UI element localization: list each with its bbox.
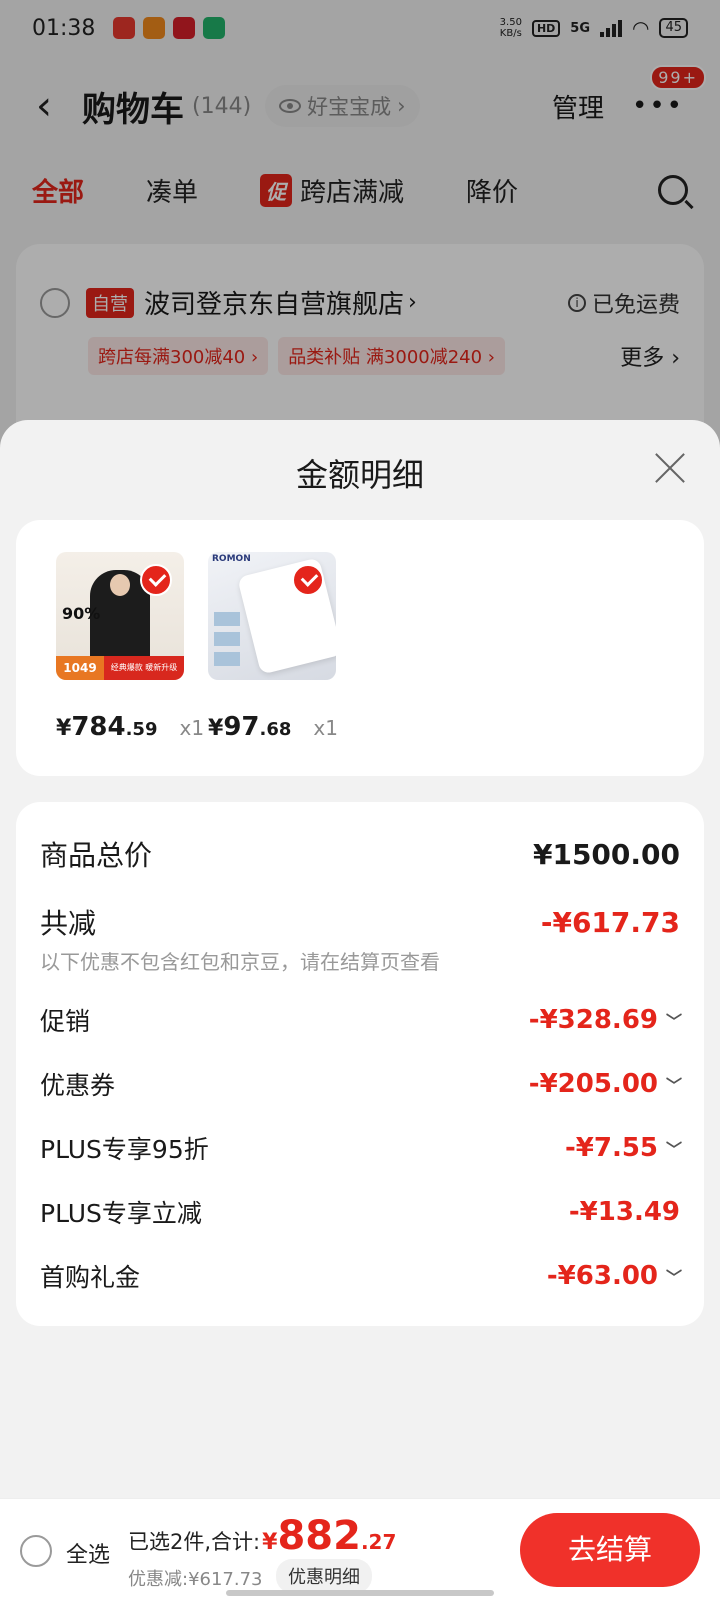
total-reduction-row: 共减 -¥617.73 (40, 902, 680, 942)
chevron-down-icon: ﹀ (666, 1076, 683, 1095)
product-item[interactable]: 90% 1049 经典爆款 暖新升级 ¥ 784 .59 x1 (56, 552, 204, 742)
row-value: -¥328.69 ﹀ (528, 1005, 683, 1035)
image-text: 90% (62, 604, 101, 623)
product-image: ROMON (208, 552, 336, 680)
price-currency: ¥ (208, 716, 224, 741)
row-value: -¥7.55 ﹀ (564, 1133, 683, 1163)
discount-detail-button[interactable]: 优惠明细 (276, 1559, 372, 1593)
coupon-row[interactable]: 优惠券 -¥205.00 ﹀ (40, 1066, 683, 1102)
price-integer: 97 (223, 712, 260, 742)
chevron-down-icon: ﹀ (666, 1268, 683, 1287)
row-label: 促销 (40, 1007, 91, 1036)
row-label: 首购礼金 (40, 1263, 141, 1292)
image-swatch (214, 612, 240, 626)
row-label: PLUS专享立减 (40, 1199, 202, 1228)
row-amount: -¥205.00 (528, 1069, 658, 1099)
plus-95-row[interactable]: PLUS专享95折 -¥7.55 ﹀ (40, 1130, 683, 1166)
row-amount: -¥7.55 (564, 1133, 658, 1163)
model-face (110, 574, 130, 596)
row-amount: -¥328.69 (528, 1005, 658, 1035)
select-all-radio[interactable] (20, 1535, 52, 1567)
home-indicator[interactable] (226, 1590, 494, 1596)
row-value: -¥13.49 (569, 1197, 680, 1227)
price-decimal: .68 (259, 719, 292, 740)
reduction-hint: 以下优惠不包含红包和京豆，请在结算页查看 (40, 950, 440, 974)
chevron-down-icon: ﹀ (666, 1012, 683, 1031)
price-currency: ¥ (56, 716, 72, 741)
product-item[interactable]: ROMON ¥ 97 .68 x1 (208, 552, 348, 742)
row-value: -¥617.73 (540, 905, 680, 939)
first-buy-row[interactable]: 首购礼金 -¥63.00 ﹀ (40, 1258, 683, 1294)
summary-label: 已选2件,合计: (128, 1530, 261, 1554)
row-value: -¥205.00 ﹀ (528, 1069, 683, 1099)
plus-direct-row: PLUS专享立减 -¥13.49 (40, 1194, 680, 1230)
row-label: 优惠券 (40, 1071, 116, 1100)
total-price-row: 商品总价 ¥1500.00 (40, 834, 680, 874)
product-price: ¥ 97 .68 x1 (208, 712, 348, 742)
row-label: 共减 (40, 907, 97, 940)
product-quantity: x1 (179, 716, 205, 740)
row-amount: -¥13.49 (568, 1197, 680, 1227)
close-icon[interactable] (652, 450, 688, 486)
product-quantity: x1 (313, 716, 338, 740)
check-icon (140, 564, 172, 596)
total-decimal: .27 (360, 1530, 397, 1554)
amount-detail-sheet: 金额明细 90% 1049 经典爆款 暖新升级 ¥ 784 .59 x1 ROM… (0, 420, 720, 1600)
total-currency: ¥ (262, 1530, 278, 1555)
selected-summary: 已选2件,合计: ¥ 882 .27 (128, 1513, 396, 1559)
image-brand: ROMON (212, 554, 251, 564)
sheet-title: 金额明细 (295, 456, 424, 494)
image-swatch (214, 632, 240, 646)
checkout-bar: 全选 已选2件,合计: ¥ 882 .27 优惠减:¥617.73 优惠明细 去… (0, 1498, 720, 1600)
price-integer: 784 (71, 712, 126, 742)
price-detail-card: 商品总价 ¥1500.00 共减 -¥617.73 以下优惠不包含红包和京豆，请… (16, 802, 704, 1326)
row-value: -¥63.00 ﹀ (546, 1261, 683, 1291)
row-label: PLUS专享95折 (40, 1135, 209, 1164)
total-integer: 882 (277, 1513, 361, 1559)
promotion-row[interactable]: 促销 -¥328.69 ﹀ (40, 1002, 683, 1038)
chevron-down-icon: ﹀ (666, 1140, 683, 1159)
row-value: ¥1500.00 (532, 837, 680, 871)
row-amount: -¥63.00 (546, 1261, 658, 1291)
checkout-button[interactable]: 去结算 (520, 1513, 700, 1587)
image-price-tag: 1049 (56, 656, 104, 680)
image-swatch (214, 652, 240, 666)
image-strip: 经典爆款 暖新升级 (104, 656, 184, 680)
row-label: 商品总价 (40, 839, 153, 872)
check-icon (292, 564, 324, 596)
product-image: 90% 1049 经典爆款 暖新升级 (56, 552, 184, 680)
product-price: ¥ 784 .59 x1 (56, 712, 204, 742)
price-decimal: .59 (125, 719, 158, 740)
discount-summary: 优惠减:¥617.73 (128, 1569, 263, 1590)
selected-products-card: 90% 1049 经典爆款 暖新升级 ¥ 784 .59 x1 ROMON ¥ … (16, 520, 704, 776)
select-all-label[interactable]: 全选 (66, 1537, 110, 1569)
